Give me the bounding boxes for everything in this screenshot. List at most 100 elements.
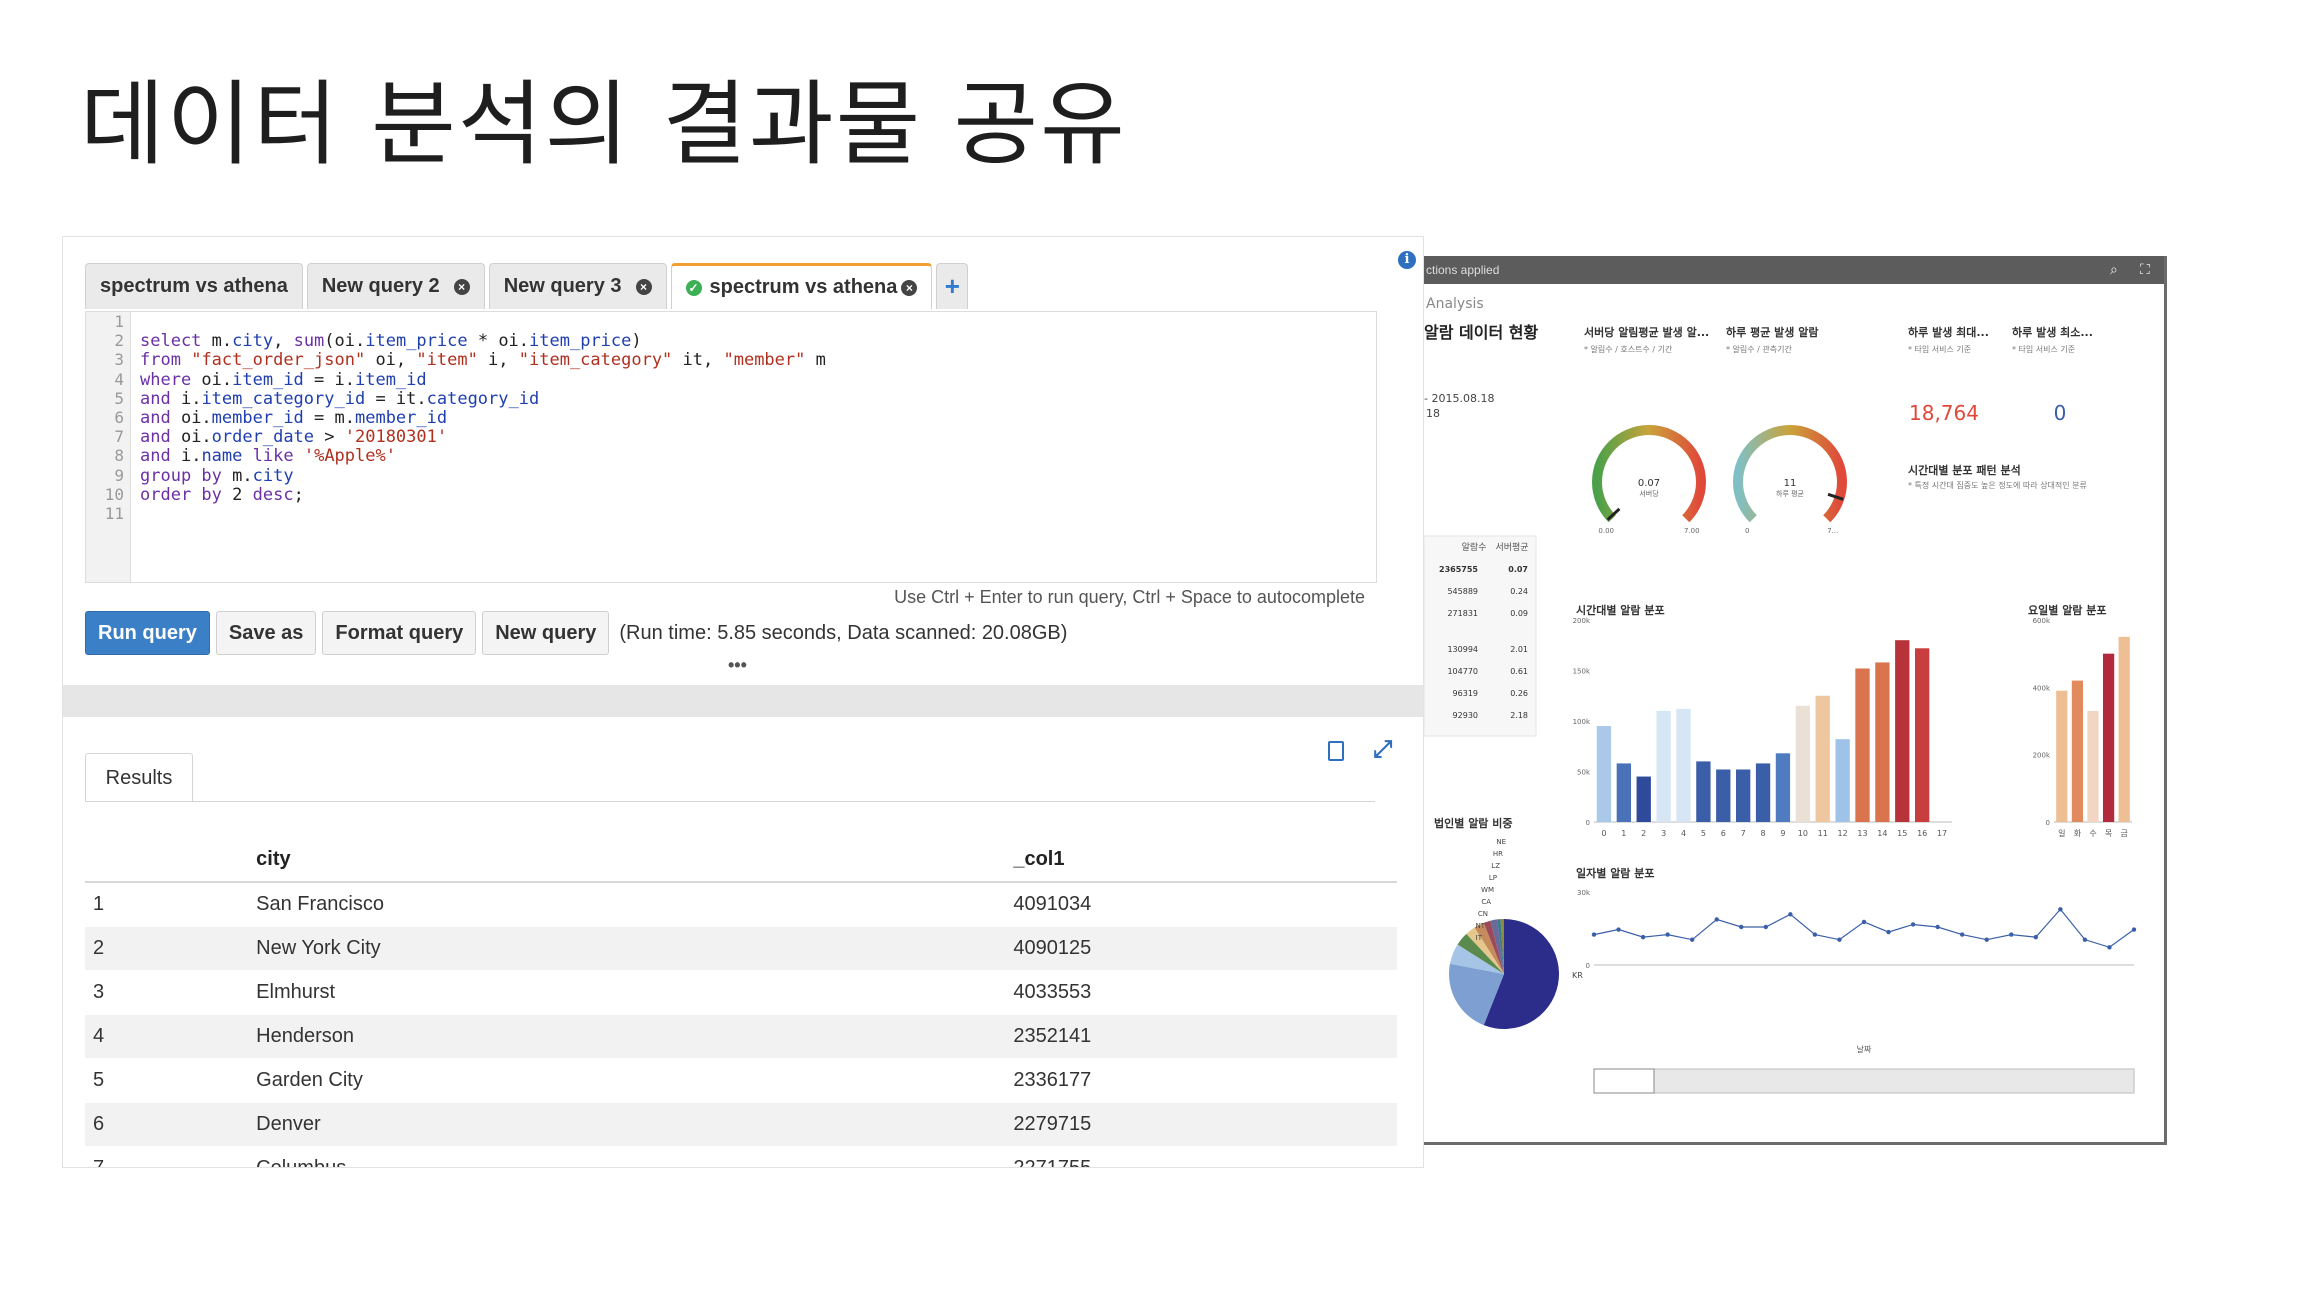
daily-point (2033, 934, 2039, 940)
pie-label: CN (1478, 910, 1488, 918)
row-index: 1 (85, 882, 256, 927)
new-query-button[interactable]: New query (482, 611, 610, 655)
hourly-chart-ytick: 200k (1573, 617, 1591, 625)
daily-point (2082, 937, 2088, 942)
column-header (85, 837, 256, 883)
weekday-chart-bar (2071, 680, 2084, 822)
code-line: and oi.order_date > '20180301' (140, 427, 448, 448)
daily-point (1861, 919, 1867, 925)
query-editor-panel: i spectrum vs athena New query 2 × New q… (62, 236, 1424, 1168)
code-line: from "fact_order_json" oi, "item" i, "it… (140, 350, 826, 371)
daily-point (1886, 929, 1891, 935)
download-csv-icon[interactable] (1328, 741, 1344, 761)
daily-point (2009, 932, 2014, 937)
mini-table-cell: 0.07 (1508, 565, 1528, 574)
hourly-chart-bar (1915, 648, 1930, 822)
line-number: 7 (114, 427, 124, 447)
sql-code[interactable]: select m.city, sum(oi.item_price * oi.it… (140, 312, 826, 523)
mini-table-cell: 2.18 (1510, 711, 1528, 720)
hourly-chart-xtick: 1 (1621, 829, 1626, 838)
hourly-chart-xtick: 5 (1701, 829, 1706, 838)
kpi-title: 하루 발생 최소... (2012, 325, 2093, 339)
search-icon[interactable]: ⌕ (2110, 262, 2124, 276)
hourly-chart-bar (1875, 662, 1890, 822)
selections-text: ctions applied (1426, 263, 1500, 277)
weekday-chart-ytick: 600k (2033, 617, 2051, 625)
row-index: 5 (85, 1058, 256, 1103)
code-line: select m.city, sum(oi.item_price * oi.it… (140, 331, 642, 352)
kpi-subtitle: * 알림수 / 호스트수 / 기간 (1584, 344, 1673, 354)
hourly-chart-xtick: 10 (1798, 829, 1808, 838)
hourly-chart-xtick: 7 (1741, 829, 1746, 838)
line-number: 8 (114, 446, 124, 466)
hourly-chart-xtick: 13 (1857, 829, 1867, 838)
info-icon[interactable]: i (1398, 251, 1416, 269)
value-cell: 4091034 (1012, 882, 1397, 927)
mini-table-cell: 0.26 (1510, 689, 1528, 698)
code-line: order by 2 desc; (140, 484, 304, 505)
hourly-chart-bar (1815, 695, 1830, 822)
pattern-desc: * 특정 시간대 집중도 높은 정도에 따라 상대적인 분류 (1908, 480, 2087, 490)
city-cell: Garden City (255, 1058, 1013, 1103)
mini-table-cell: 104770 (1447, 667, 1478, 676)
tab-spectrum-vs-athena-active[interactable]: ✓ spectrum vs athena × (670, 263, 933, 309)
close-icon[interactable]: × (635, 278, 652, 295)
daily-point (1763, 924, 1769, 930)
results-tab[interactable]: Results (85, 753, 193, 802)
add-tab-button[interactable]: + (936, 263, 969, 309)
hourly-chart-ytick: 50k (1577, 769, 1591, 777)
value-cell: 2336177 (1012, 1058, 1397, 1103)
sql-editor[interactable]: 1 2 3 4 5 6 7 8 9 10 11 select m.city, s… (85, 311, 1377, 583)
table-row: 2 New York City 4090125 (85, 926, 1397, 971)
format-query-button[interactable]: Format query (322, 611, 477, 655)
pie-label: NE (1496, 838, 1506, 846)
hourly-chart-xtick: 17 (1937, 829, 1947, 838)
weekday-chart-ytick: 400k (2033, 684, 2051, 692)
weekday-chart-bar (2118, 636, 2130, 822)
daily-point (1788, 912, 1793, 917)
table-row: 3 Elmhurst 4033553 (85, 970, 1397, 1015)
dashboard-panel: ctions applied ⌕ ⛶ Analysis 알람 데이터 현황 - 20… (1424, 256, 2167, 1145)
gauge-server-arc (1592, 425, 1706, 523)
tab-new-query-2[interactable]: New query 2 × (306, 263, 485, 309)
hourly-chart-xtick: 15 (1897, 829, 1907, 838)
resize-handle[interactable]: ••• (728, 655, 747, 676)
range-navigator (1593, 1068, 2135, 1094)
daily-point (2058, 907, 2063, 912)
date-range: - 2015.08.18 (1424, 392, 1494, 405)
weekday-chart-xtick: 일 (2058, 829, 2065, 838)
tab-spectrum-vs-athena-1[interactable]: spectrum vs athena (85, 263, 303, 309)
hourly-chart-xtick: 14 (1877, 829, 1887, 838)
close-icon[interactable]: × (453, 278, 470, 295)
fullscreen-icon[interactable]: ⛶ (2140, 262, 2154, 276)
results-tab-underline (85, 801, 1375, 802)
pie-label: IT (1476, 934, 1483, 942)
gauge-server-value: 0.07 (1638, 478, 1660, 489)
value-cell: 4090125 (1012, 926, 1397, 971)
weekday-chart-ytick: 200k (2033, 752, 2051, 760)
tab-new-query-3[interactable]: New query 3 × (488, 263, 667, 309)
hourly-chart-bar (1616, 763, 1631, 822)
weekday-chart-title: 요일별 알람 분포 (2028, 603, 2107, 617)
column-header-city: city (255, 837, 1013, 883)
hourly-chart-bar (1676, 708, 1691, 822)
kpi-max-value: 18,764 (1909, 401, 1979, 425)
daily-point (1910, 922, 1916, 927)
daily-point (1616, 927, 1621, 932)
value-cell: 2352141 (1012, 1014, 1397, 1059)
panel-divider[interactable] (63, 685, 1423, 717)
weekday-chart-xtick: 금 (2121, 829, 2128, 838)
line-number: 1 (114, 312, 124, 331)
daily-ytick: 0 (1586, 962, 1590, 970)
weekday-chart-bar (2102, 653, 2115, 822)
close-icon[interactable]: × (901, 279, 918, 296)
row-index: 7 (85, 1146, 256, 1167)
run-query-button[interactable]: Run query (85, 611, 210, 655)
expand-icon[interactable]: ⤢ (1373, 738, 1395, 762)
pie-label: LZ (1491, 862, 1500, 870)
hourly-chart-bar (1775, 753, 1791, 822)
save-as-button[interactable]: Save as (215, 611, 317, 655)
hourly-chart-bar (1636, 776, 1651, 822)
weekday-chart-xtick: 목 (2105, 829, 2112, 838)
